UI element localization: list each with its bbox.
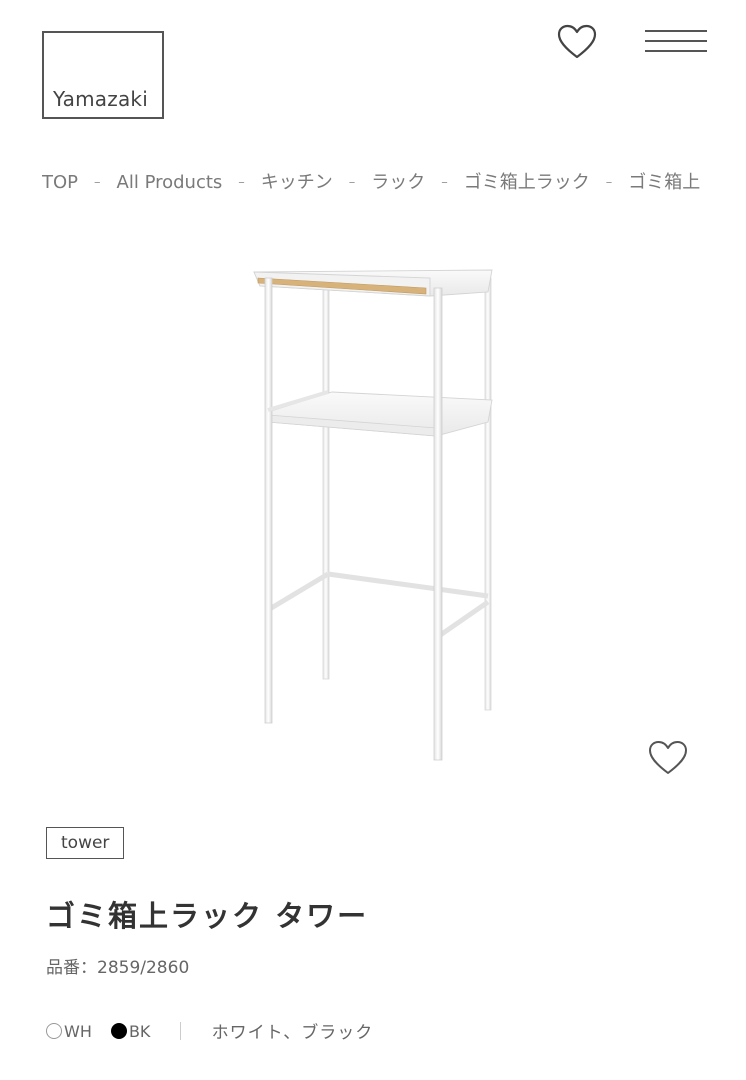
- color-swatch-black[interactable]: BK: [110, 1021, 164, 1041]
- breadcrumb-kitchen[interactable]: キッチン: [261, 168, 333, 194]
- color-names: ホワイト、ブラック: [211, 1023, 374, 1043]
- color-code-white: WH: [64, 1021, 92, 1041]
- product-title: ゴミ箱上ラック タワー: [46, 899, 369, 933]
- product-image[interactable]: [230, 250, 520, 770]
- brand-logo-text: Yamazaki: [53, 87, 148, 111]
- breadcrumb-separator: –: [94, 175, 101, 190]
- breadcrumb-current: ゴミ箱上: [628, 172, 701, 193]
- black-circle-icon: [110, 1023, 127, 1039]
- breadcrumb-top[interactable]: TOP: [42, 172, 78, 193]
- color-code-black: BK: [128, 1021, 151, 1041]
- add-to-favorites-heart-icon[interactable]: [648, 740, 688, 776]
- breadcrumb-separator: –: [605, 175, 613, 190]
- color-options: WH BK ホワイト、ブラック: [46, 1018, 373, 1046]
- divider: [179, 1021, 181, 1040]
- color-swatch-white[interactable]: WH: [46, 1021, 106, 1041]
- breadcrumb: TOP – All Products – キッチン – ラック – ゴミ箱上ラック – ゴミ箱上: [42, 168, 746, 198]
- breadcrumb-separator: –: [238, 175, 245, 190]
- breadcrumb-rack[interactable]: ラック: [371, 168, 425, 194]
- breadcrumb-all-products[interactable]: All Products: [117, 172, 223, 193]
- brand-logo[interactable]: Yamazaki: [42, 31, 164, 119]
- product-number-label: 品番：: [46, 958, 97, 978]
- hamburger-menu-icon[interactable]: [645, 30, 707, 54]
- breadcrumb-separator: –: [441, 175, 448, 190]
- series-tag[interactable]: tower: [46, 827, 125, 859]
- product-number-value: 2859/2860: [97, 958, 190, 978]
- breadcrumb-trash-rack[interactable]: ゴミ箱上ラック: [464, 168, 590, 194]
- product-number: 品番：2859/2860: [46, 953, 189, 978]
- favorites-heart-icon[interactable]: [557, 24, 597, 60]
- white-circle-icon: [46, 1023, 62, 1039]
- breadcrumb-separator: –: [348, 175, 356, 190]
